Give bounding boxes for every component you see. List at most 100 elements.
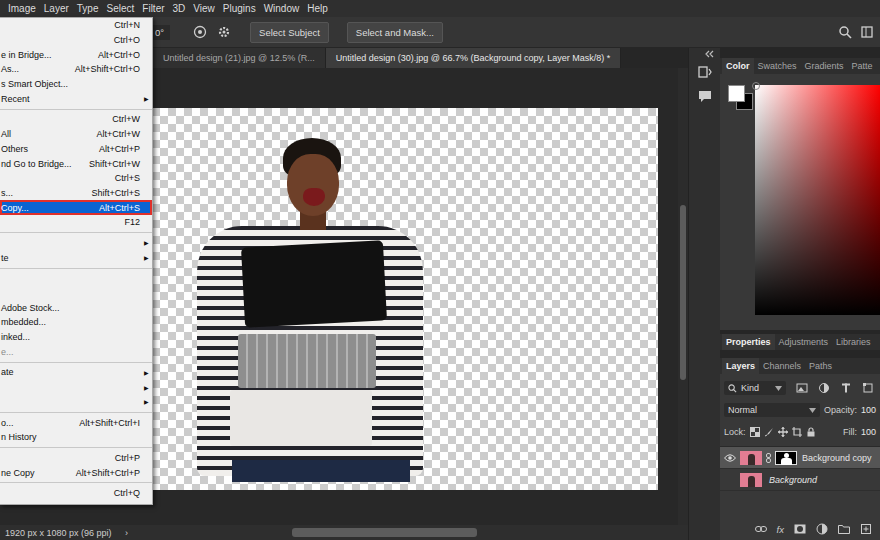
menu-item[interactable]: Ctrl+S — [0, 171, 152, 186]
menu-item[interactable] — [0, 271, 152, 286]
panel-tab[interactable]: Color — [722, 58, 754, 74]
workspace-icon[interactable] — [860, 25, 874, 39]
menu-item[interactable]: Others Alt+Ctrl+P — [0, 142, 152, 157]
layers-panel: LayersChannelsPaths Kind Normal Opacity:… — [720, 358, 880, 540]
vertical-scrollbar[interactable] — [678, 68, 688, 525]
menu-item[interactable]: te ▶ — [0, 250, 152, 265]
status-menu-arrow[interactable]: › — [112, 528, 142, 538]
menu-item[interactable]: Recent ▶ — [0, 91, 152, 106]
search-icon — [728, 384, 737, 393]
layer-name[interactable]: Background — [769, 475, 817, 485]
menu-bar-item[interactable]: Window — [260, 3, 304, 14]
menu-item[interactable]: ate ▶ — [0, 365, 152, 380]
menu-item[interactable]: Adobe Stock... — [0, 300, 152, 315]
menu-item[interactable]: All Alt+Ctrl+W — [0, 127, 152, 142]
menu-item[interactable] — [0, 286, 152, 301]
comment-icon[interactable] — [697, 88, 713, 104]
menu-item[interactable]: Ctrl+W — [0, 112, 152, 127]
menu-bar-item[interactable]: Layer — [40, 3, 73, 14]
panel-tab[interactable]: Patte — [848, 58, 877, 74]
lock-pixels-icon[interactable] — [764, 427, 774, 437]
option-button[interactable]: Select Subject — [250, 22, 329, 43]
menu-separator — [0, 359, 152, 365]
layer-filter[interactable]: Kind — [724, 381, 786, 395]
lock-artboard-icon[interactable] — [792, 427, 802, 437]
layer-row[interactable]: Background copy — [720, 447, 880, 469]
blend-mode-dropdown[interactable]: Normal — [724, 403, 820, 417]
horizontal-scrollbar[interactable] — [142, 528, 688, 537]
menu-item[interactable]: Copy... Alt+Ctrl+S — [0, 200, 152, 215]
folder-icon[interactable] — [838, 523, 850, 535]
type-filter-icon[interactable] — [840, 382, 852, 394]
target-icon[interactable] — [192, 24, 208, 40]
menu-bar-item[interactable]: Filter — [138, 3, 168, 14]
chain-icon[interactable] — [766, 453, 771, 463]
lock-transparency-icon[interactable] — [750, 427, 760, 437]
menu-item[interactable]: Ctrl+O — [0, 33, 152, 48]
menu-item[interactable]: s Smart Object... — [0, 77, 152, 92]
color-swatches[interactable] — [728, 85, 754, 111]
menu-item[interactable]: mbedded... — [0, 315, 152, 330]
menu-item[interactable]: Ctrl+Q — [0, 486, 152, 501]
color-spectrum[interactable] — [755, 85, 880, 315]
panel-tab[interactable]: Properties — [722, 334, 775, 350]
lock-position-icon[interactable] — [778, 427, 788, 437]
link-icon[interactable] — [755, 525, 767, 533]
panels: ColorSwatchesGradientsPatte PropertiesAd… — [720, 48, 880, 540]
adjustment-filter-icon[interactable] — [818, 382, 830, 394]
lock-all-icon[interactable] — [806, 427, 816, 437]
menu-item[interactable]: F12 — [0, 215, 152, 230]
search-icon[interactable] — [838, 25, 852, 39]
menu-item[interactable]: e... — [0, 344, 152, 359]
eye-icon[interactable] — [724, 454, 736, 462]
collapse-icon[interactable] — [705, 50, 715, 58]
menu-item[interactable]: Ctrl+P — [0, 451, 152, 466]
menu-item[interactable]: nd Go to Bridge... Shift+Ctrl+W — [0, 156, 152, 171]
adjustment-layer-icon[interactable] — [816, 523, 828, 535]
mask-icon[interactable] — [794, 523, 806, 535]
panel-tab[interactable]: Libraries — [832, 334, 875, 350]
document-tab[interactable]: Untitled design (30).jpg @ 66.7% (Backgr… — [326, 48, 622, 68]
menu-item[interactable]: o... Alt+Shift+Ctrl+I — [0, 415, 152, 430]
layer-mask-thumbnail[interactable] — [775, 451, 797, 465]
menu-item[interactable]: ▶ — [0, 395, 152, 410]
angle-field[interactable]: 0° — [153, 25, 170, 40]
menu-bar-item[interactable]: 3D — [169, 3, 190, 14]
panel-tab[interactable]: Adjustments — [775, 334, 833, 350]
menu-bar-item[interactable]: Image — [4, 3, 40, 14]
panel-tab[interactable]: Paths — [805, 358, 836, 374]
layer-name[interactable]: Background copy — [802, 453, 872, 463]
image-filter-icon[interactable] — [796, 382, 808, 394]
menu-item[interactable]: n History — [0, 430, 152, 445]
shape-filter-icon[interactable] — [862, 382, 874, 394]
menu-bar: ImageLayerTypeSelectFilter3DViewPluginsW… — [0, 0, 880, 17]
menu-bar-item[interactable]: View — [189, 3, 219, 14]
layer-row[interactable]: Background — [720, 469, 880, 491]
menu-bar-item[interactable]: Select — [103, 3, 139, 14]
panel-tab[interactable]: Gradients — [801, 58, 848, 74]
menu-item[interactable]: s... Shift+Ctrl+S — [0, 186, 152, 201]
menu-bar-item[interactable]: Help — [303, 3, 332, 14]
new-layer-icon[interactable] — [860, 523, 872, 535]
layer-style-button[interactable]: fx — [777, 524, 784, 535]
menu-bar-item[interactable]: Type — [73, 3, 103, 14]
menu-bar-item[interactable]: Plugins — [219, 3, 260, 14]
menu-item[interactable]: As... Alt+Shift+Ctrl+O — [0, 62, 152, 77]
menu-item[interactable]: inked... — [0, 330, 152, 345]
menu-item[interactable]: ▶ — [0, 236, 152, 251]
panel-tab[interactable]: Swatches — [754, 58, 801, 74]
panel-tab[interactable]: Layers — [722, 358, 759, 374]
menu-item[interactable]: ▶ — [0, 380, 152, 395]
option-button[interactable]: Select and Mask... — [347, 22, 443, 43]
menu-item[interactable]: e in Bridge... Alt+Ctrl+O — [0, 47, 152, 62]
fill-field[interactable]: 100 — [861, 427, 876, 437]
history-icon[interactable] — [697, 64, 713, 80]
document-tab[interactable]: Untitled design (21).jpg @ 12.5% (R... — [153, 48, 326, 68]
panel-tab[interactable]: Channels — [759, 358, 805, 374]
gear-icon[interactable] — [216, 24, 232, 40]
opacity-field[interactable]: 100 — [861, 405, 876, 415]
menu-item[interactable]: ne Copy Alt+Shift+Ctrl+P — [0, 465, 152, 480]
lock-label: Lock: — [724, 427, 746, 437]
menu-separator — [0, 445, 152, 451]
menu-item[interactable]: Ctrl+N — [0, 18, 152, 33]
